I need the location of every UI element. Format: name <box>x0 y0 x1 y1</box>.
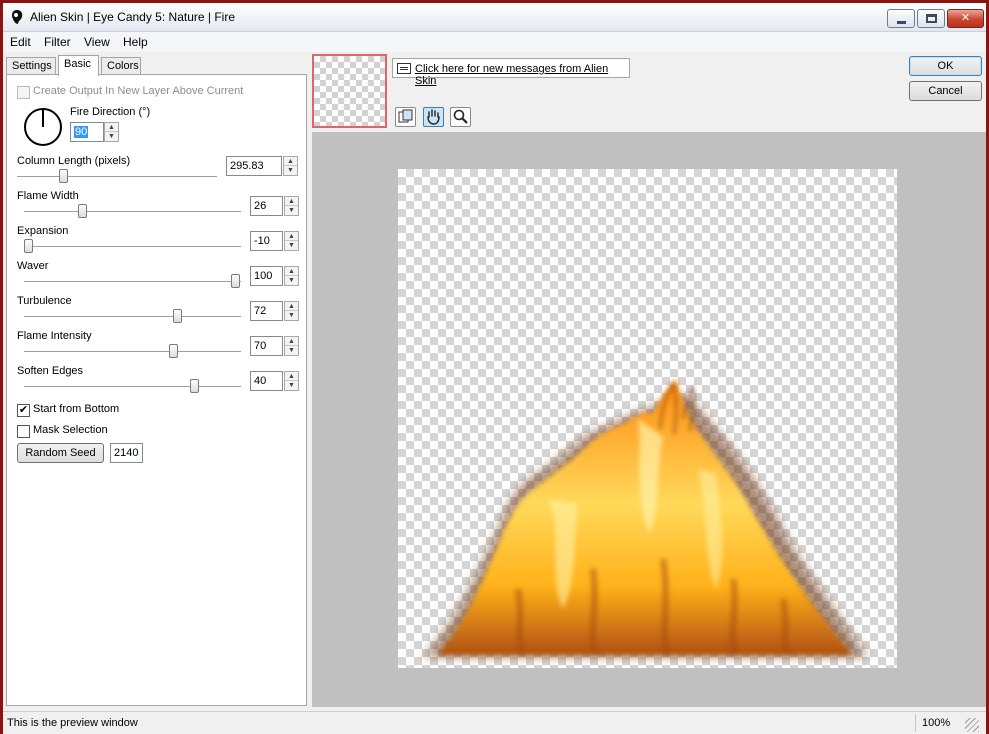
slider-label: Flame Width <box>17 190 79 202</box>
slider-track[interactable] <box>24 246 241 248</box>
resize-grip-icon[interactable] <box>965 718 979 732</box>
minimize-button[interactable] <box>887 9 915 28</box>
menu-filter[interactable]: Filter <box>44 35 71 49</box>
slider-value-input[interactable]: 40 <box>250 371 283 391</box>
preview-compare-button[interactable] <box>395 107 416 127</box>
ok-button[interactable]: OK <box>909 56 982 76</box>
messages-link-text: Click here for new messages from Alien S… <box>415 63 609 87</box>
fire-direction-value: 90 <box>74 126 89 138</box>
status-divider <box>915 714 916 732</box>
start-from-bottom-label: Start from Bottom <box>33 403 120 415</box>
tab-basic[interactable]: Basic <box>58 55 99 76</box>
slider-value-input[interactable]: 100 <box>250 266 283 286</box>
messages-link[interactable]: Click here for new messages from Alien S… <box>392 58 630 87</box>
mask-selection-label: Mask Selection <box>33 424 108 436</box>
app-window: Alien Skin | Eye Candy 5: Nature | Fire … <box>0 0 989 734</box>
maximize-button[interactable] <box>917 9 945 28</box>
menu-view[interactable]: View <box>84 35 110 49</box>
slider-value-input[interactable]: 72 <box>250 301 283 321</box>
start-from-bottom-checkbox[interactable]: ✔ <box>17 404 30 417</box>
minimize-icon <box>897 21 906 24</box>
slider-value-input[interactable]: 26 <box>250 196 283 216</box>
random-seed-button[interactable]: Random Seed <box>17 443 104 463</box>
checkmark-icon: ✔ <box>18 404 29 416</box>
hand-icon <box>427 109 440 125</box>
create-output-label: Create Output In New Layer Above Current <box>33 85 244 97</box>
menu-bar: Edit Filter View Help <box>3 32 986 52</box>
slider-track[interactable] <box>24 281 241 283</box>
close-button[interactable]: ✕ <box>947 9 984 28</box>
close-icon: ✕ <box>960 12 971 24</box>
slider-value-input[interactable]: -10 <box>250 231 283 251</box>
menu-help[interactable]: Help <box>123 35 148 49</box>
basic-settings-panel: Create Output In New Layer Above Current… <box>6 74 307 706</box>
menu-edit[interactable]: Edit <box>10 35 31 49</box>
preview-compare-icon <box>398 109 413 123</box>
slider-label: Soften Edges <box>17 365 84 377</box>
slider-track[interactable] <box>24 211 241 213</box>
zoom-tool-button[interactable] <box>450 107 471 127</box>
zoom-level: 100% <box>922 717 951 729</box>
title-bar: Alien Skin | Eye Candy 5: Nature | Fire … <box>3 3 986 32</box>
slider-spinner[interactable]: ▲ ▼ <box>284 371 299 391</box>
slider-thumb[interactable] <box>24 239 33 253</box>
fire-direction-dial[interactable] <box>24 108 62 146</box>
slider-thumb[interactable] <box>59 169 68 183</box>
create-output-checkbox[interactable] <box>17 86 30 99</box>
tab-settings[interactable]: Settings <box>6 57 56 75</box>
maximize-icon <box>926 14 937 23</box>
fire-direction-input[interactable]: 90 <box>70 122 104 142</box>
slider-spinner[interactable]: ▲ ▼ <box>284 196 299 216</box>
status-message: This is the preview window <box>7 717 138 729</box>
hand-tool-button[interactable] <box>423 107 444 127</box>
slider-spinner[interactable]: ▲ ▼ <box>284 301 299 321</box>
slider-track[interactable] <box>24 316 241 318</box>
fire-effect-preview <box>423 379 868 657</box>
message-icon <box>397 63 411 74</box>
tab-colors[interactable]: Colors <box>101 57 141 75</box>
slider-thumb[interactable] <box>231 274 240 288</box>
slider-spinner[interactable]: ▲ ▼ <box>284 266 299 286</box>
fire-direction-label: Fire Direction (°) <box>70 106 151 118</box>
slider-spinner[interactable]: ▲ ▼ <box>283 156 298 176</box>
dial-needle <box>42 110 44 127</box>
slider-track[interactable] <box>17 176 217 178</box>
random-seed-input[interactable]: 2140 <box>110 443 143 463</box>
slider-thumb[interactable] <box>190 379 199 393</box>
slider-thumb[interactable] <box>78 204 87 218</box>
slider-label: Waver <box>17 260 49 272</box>
mask-selection-checkbox[interactable] <box>17 425 30 438</box>
slider-spinner[interactable]: ▲ ▼ <box>284 231 299 251</box>
slider-track[interactable] <box>24 351 241 353</box>
slider-label: Column Length (pixels) <box>17 155 131 167</box>
slider-label: Expansion <box>17 225 69 237</box>
slider-value-input[interactable]: 70 <box>250 336 283 356</box>
slider-thumb[interactable] <box>173 309 182 323</box>
slider-thumb[interactable] <box>169 344 178 358</box>
slider-track[interactable] <box>24 386 241 388</box>
fire-direction-spinner[interactable]: ▲ ▼ <box>104 122 119 142</box>
window-title: Alien Skin | Eye Candy 5: Nature | Fire <box>30 10 235 24</box>
magnifier-icon <box>453 109 468 124</box>
status-bar: This is the preview window 100% <box>3 711 986 734</box>
slider-value-input[interactable]: 295.83 <box>226 156 282 176</box>
cancel-button[interactable]: Cancel <box>909 81 982 101</box>
preview-window[interactable] <box>312 132 986 707</box>
slider-spinner[interactable]: ▲ ▼ <box>284 336 299 356</box>
slider-label: Turbulence <box>17 295 72 307</box>
alien-skin-logo-icon <box>12 10 23 24</box>
navigator-thumbnail[interactable] <box>312 54 387 128</box>
preview-canvas[interactable] <box>398 169 897 668</box>
slider-label: Flame Intensity <box>17 330 92 342</box>
